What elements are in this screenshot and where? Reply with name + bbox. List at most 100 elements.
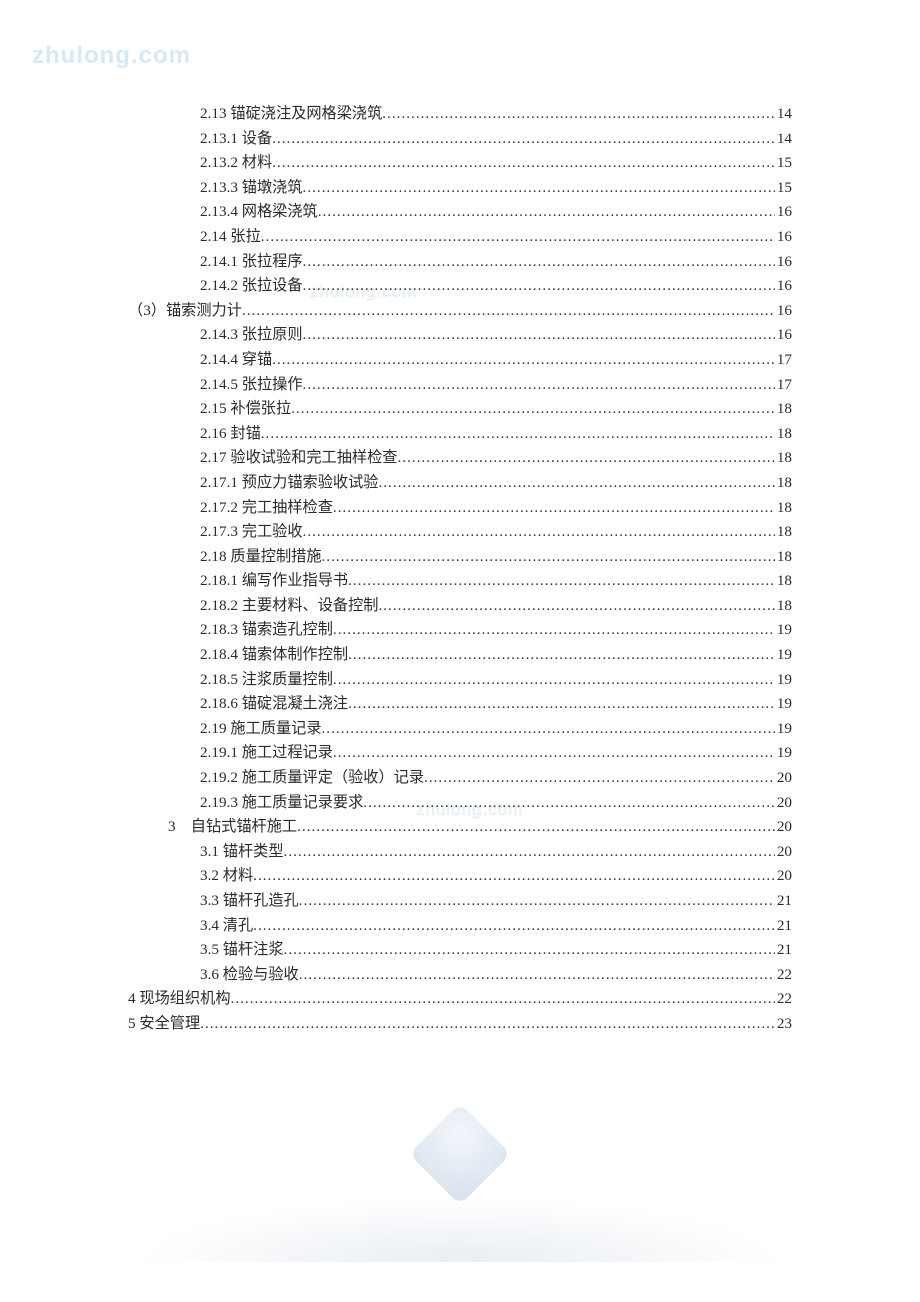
toc-leader-dots xyxy=(348,573,775,588)
toc-label: 2.19 施工质量记录 xyxy=(200,721,322,736)
toc-leader-dots xyxy=(272,352,775,367)
toc-label: 2.17.2 完工抽样检查 xyxy=(200,500,333,515)
toc-leader-dots xyxy=(253,868,775,883)
toc-row: 2.14 张拉16 xyxy=(128,229,792,254)
toc-row: 2.17 验收试验和完工抽样检查18 xyxy=(128,450,792,475)
toc-label: 2.18.6 锚碇混凝土浇注 xyxy=(200,696,348,711)
toc-row: 2.17.1 预应力锚索验收试验 18 xyxy=(128,475,792,500)
toc-label: 2.18 质量控制措施 xyxy=(200,549,322,564)
toc-row: 4 现场组织机构22 xyxy=(128,991,792,1016)
toc-leader-dots xyxy=(348,647,775,662)
toc-leader-dots xyxy=(284,844,775,859)
toc-page: 18 xyxy=(775,573,792,588)
toc-row: 2.16 封锚18 xyxy=(128,426,792,451)
toc-row: 2.19 施工质量记录19 xyxy=(128,721,792,746)
toc-label: 3.3 锚杆孔造孔 xyxy=(200,893,299,908)
toc-label: 2.14.2 张拉设备 xyxy=(200,278,303,293)
toc-label: 2.18.4 锚索体制作控制 xyxy=(200,647,348,662)
toc-row: 2.15 补偿张拉 18 xyxy=(128,401,792,426)
toc-row: 2.18.3 锚索造孔控制19 xyxy=(128,622,792,647)
toc-leader-dots xyxy=(272,131,775,146)
toc-page: 18 xyxy=(775,598,792,613)
toc-label: 2.17.1 预应力锚索验收试验 xyxy=(200,475,378,490)
toc-page: 16 xyxy=(775,303,792,318)
toc-leader-dots xyxy=(299,967,775,982)
toc-leader-dots xyxy=(397,450,774,465)
toc-row: 2.13.3 锚墩浇筑 15 xyxy=(128,180,792,205)
toc-label: 2.14.5 张拉操作 xyxy=(200,377,303,392)
toc-leader-dots xyxy=(284,942,775,957)
toc-label: 3.2 材料 xyxy=(200,868,253,883)
toc-page: 16 xyxy=(775,327,792,342)
toc-page: 21 xyxy=(775,942,792,957)
toc-leader-dots xyxy=(322,721,775,736)
toc-page: 19 xyxy=(775,622,792,637)
toc-page: 19 xyxy=(775,647,792,662)
toc-leader-dots xyxy=(382,106,775,121)
toc-row: 5 安全管理 23 xyxy=(128,1016,792,1041)
toc-page: 14 xyxy=(775,131,792,146)
toc-label: 2.14.4 穿锚 xyxy=(200,352,272,367)
toc-page: 23 xyxy=(775,1016,792,1031)
toc-leader-dots xyxy=(378,475,774,490)
toc-label: 2.14.1 张拉程序 xyxy=(200,254,303,269)
toc-page: 18 xyxy=(775,426,792,441)
toc-page: 20 xyxy=(775,795,792,810)
toc-row: 2.19.3 施工质量记录要求20 xyxy=(128,795,792,820)
toc-leader-dots xyxy=(242,303,775,318)
toc-page: 15 xyxy=(775,180,792,195)
toc-page: 18 xyxy=(775,524,792,539)
toc-leader-dots xyxy=(303,377,775,392)
toc-row: 3.4 清孔21 xyxy=(128,918,792,943)
toc-leader-dots xyxy=(333,500,775,515)
toc-row: 3.3 锚杆孔造孔 21 xyxy=(128,893,792,918)
toc-row: 2.13.2 材料15 xyxy=(128,155,792,180)
toc-leader-dots xyxy=(291,401,775,416)
toc-row: 2.18.4 锚索体制作控制 19 xyxy=(128,647,792,672)
toc-label: 2.13.3 锚墩浇筑 xyxy=(200,180,303,195)
toc-row: 3.2 材料 20 xyxy=(128,868,792,893)
toc-page: 17 xyxy=(775,377,792,392)
toc-leader-dots xyxy=(318,204,775,219)
toc-label: 2.19.2 施工质量评定（验收）记录 xyxy=(200,770,424,785)
toc-leader-dots xyxy=(333,622,775,637)
toc-row: 2.13.4 网格梁浇筑16 xyxy=(128,204,792,229)
toc-leader-dots xyxy=(299,893,775,908)
toc-row: 2.14.2 张拉设备 16 xyxy=(128,278,792,303)
toc-page: 17 xyxy=(775,352,792,367)
toc-row: 2.14.3 张拉原则16 xyxy=(128,327,792,352)
toc-label: 3.6 检验与验收 xyxy=(200,967,299,982)
table-of-contents: 2.13 锚碇浇注及网格梁浇筑142.13.1 设备142.13.2 材料152… xyxy=(128,106,792,1041)
toc-page: 21 xyxy=(775,893,792,908)
toc-page: 16 xyxy=(775,278,792,293)
toc-leader-dots xyxy=(261,229,775,244)
toc-page: 20 xyxy=(775,770,792,785)
toc-leader-dots xyxy=(272,155,775,170)
toc-leader-dots xyxy=(231,991,775,1006)
toc-row: 2.14.5 张拉操作 17 xyxy=(128,377,792,402)
toc-label: 2.17 验收试验和完工抽样检查 xyxy=(200,450,397,465)
toc-label: 2.13.4 网格梁浇筑 xyxy=(200,204,318,219)
toc-row: 2.14.4 穿锚 17 xyxy=(128,352,792,377)
toc-row: 2.14.1 张拉程序 16 xyxy=(128,254,792,279)
toc-label: 5 安全管理 xyxy=(128,1016,200,1031)
toc-page: 20 xyxy=(775,868,792,883)
toc-leader-dots xyxy=(303,278,775,293)
toc-label: 2.19.1 施工过程记录 xyxy=(200,745,333,760)
toc-label: 2.15 补偿张拉 xyxy=(200,401,291,416)
toc-page: 18 xyxy=(775,401,792,416)
toc-leader-dots xyxy=(303,254,775,269)
toc-row: 2.19.1 施工过程记录19 xyxy=(128,745,792,770)
toc-row: 2.18.1 编写作业指导书18 xyxy=(128,573,792,598)
toc-row: 2.18.6 锚碇混凝土浇注 19 xyxy=(128,696,792,721)
toc-label: 2.18.5 注浆质量控制 xyxy=(200,672,333,687)
toc-row: 2.18.2 主要材料、设备控制 18 xyxy=(128,598,792,623)
toc-page: 18 xyxy=(775,475,792,490)
toc-leader-dots xyxy=(322,549,775,564)
toc-leader-dots xyxy=(297,819,775,834)
toc-row: 3.6 检验与验收22 xyxy=(128,967,792,992)
toc-page: 16 xyxy=(775,254,792,269)
toc-page: 19 xyxy=(775,696,792,711)
toc-label: 2.18.2 主要材料、设备控制 xyxy=(200,598,378,613)
toc-row: 3 自钻式锚杆施工20 xyxy=(128,819,792,844)
